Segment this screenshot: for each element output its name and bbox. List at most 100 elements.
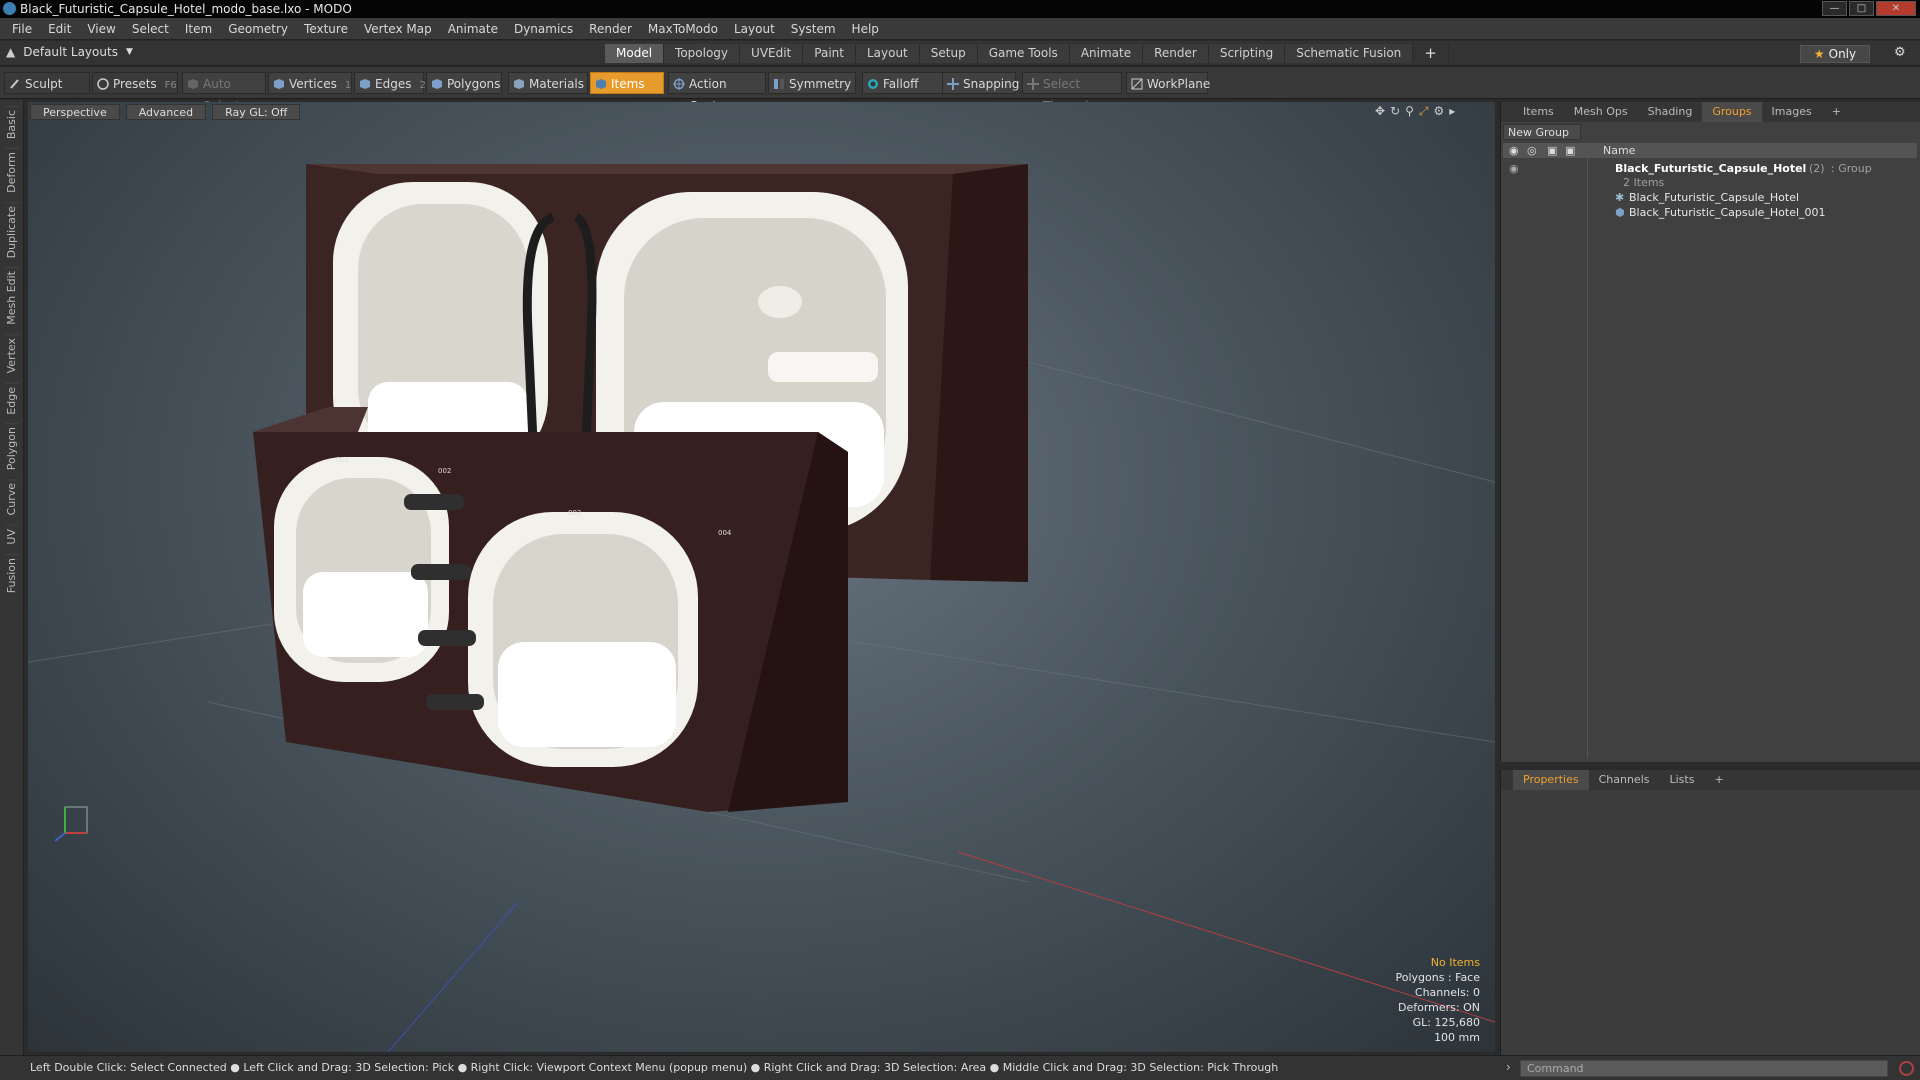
command-input[interactable]: Command [1520, 1060, 1888, 1077]
tab-lists[interactable]: Lists [1660, 770, 1705, 790]
minimize-button[interactable]: — [1822, 1, 1847, 16]
zoom-icon[interactable]: ⚲ [1405, 104, 1414, 119]
menu-item[interactable]: Item [177, 22, 220, 36]
add-tab-icon[interactable]: + [1413, 44, 1449, 63]
name-column-header: Name [1603, 144, 1636, 157]
select-through-button[interactable]: Select Through [1022, 72, 1122, 113]
gear-icon[interactable]: ⚙ [1894, 46, 1908, 60]
tab-animate[interactable]: Animate [1069, 44, 1144, 63]
tab-scripting[interactable]: Scripting [1208, 44, 1286, 63]
menu-select[interactable]: Select [124, 22, 177, 36]
tool-tab-vertex[interactable]: Vertex [4, 334, 19, 377]
tab-uvedit[interactable]: UVEdit [740, 44, 804, 63]
polygons-icon [432, 79, 442, 89]
tab-items[interactable]: Items [1513, 102, 1564, 122]
grid-size-info: 100 mm [1434, 1031, 1480, 1044]
vertices-label: Vertices [289, 77, 337, 91]
properties-panel-tabs: Properties Channels Lists + [1501, 770, 1920, 790]
tab-paint[interactable]: Paint [803, 44, 856, 63]
tab-layout[interactable]: Layout [855, 44, 920, 63]
vertices-icon [274, 79, 284, 89]
menu-view[interactable]: View [79, 22, 123, 36]
viewport-nav-icons: ✥ ↻ ⚲ ⤢ ⚙ ▸ [1375, 104, 1455, 119]
tool-tab-fusion[interactable]: Fusion [4, 553, 19, 596]
menu-file[interactable]: File [4, 22, 40, 36]
symmetry-button[interactable]: Symmetry [768, 72, 856, 94]
polygons-button[interactable]: Polygons [426, 72, 502, 94]
menu-help[interactable]: Help [844, 22, 887, 36]
fit-icon[interactable]: ⤢ [1419, 104, 1429, 119]
menu-animate[interactable]: Animate [440, 22, 506, 36]
axis-gizmo [54, 806, 88, 842]
falloff-button[interactable]: Falloff [862, 72, 948, 94]
tab-properties[interactable]: Properties [1513, 770, 1589, 790]
chevron-right-icon: › [1506, 1060, 1511, 1074]
tab-mesh-ops[interactable]: Mesh Ops [1564, 102, 1638, 122]
layout-dropdown[interactable]: ▲ Default Layouts ▼ [6, 45, 133, 59]
3d-viewport[interactable]: 001 002 003 004 [28, 102, 1495, 1052]
tab-model[interactable]: Model [605, 44, 665, 63]
menu-edit[interactable]: Edit [40, 22, 79, 36]
pan-icon[interactable]: ✥ [1375, 104, 1385, 119]
close-button[interactable]: ✕ [1876, 1, 1916, 16]
tool-tab-edge[interactable]: Edge [4, 382, 19, 418]
tool-tab-mesh-edit[interactable]: Mesh Edit [4, 267, 19, 329]
menu-geometry[interactable]: Geometry [220, 22, 296, 36]
add-tab-icon[interactable]: + [1822, 102, 1851, 122]
menu-dynamics[interactable]: Dynamics [506, 22, 581, 36]
tool-tab-deform[interactable]: Deform [4, 148, 19, 197]
tab-shading[interactable]: Shading [1638, 102, 1703, 122]
maximize-button[interactable]: □ [1849, 1, 1874, 16]
ladder-step [404, 494, 464, 510]
menu-vertex-map[interactable]: Vertex Map [356, 22, 440, 36]
tool-tab-polygon[interactable]: Polygon [4, 423, 19, 474]
raygl-toggle[interactable]: Ray GL: Off [212, 104, 301, 120]
lock-icon: ▣ [1547, 144, 1558, 157]
view-dropdown[interactable]: Perspective [30, 104, 120, 120]
tab-setup[interactable]: Setup [919, 44, 978, 63]
tab-render[interactable]: Render [1143, 44, 1209, 63]
edges-button[interactable]: Edges 2 [354, 72, 426, 94]
record-icon[interactable] [1899, 1061, 1914, 1076]
capsule-label: 003 [568, 509, 581, 517]
tab-channels[interactable]: Channels [1589, 770, 1660, 790]
menu-texture[interactable]: Texture [296, 22, 356, 36]
tool-tab-basic[interactable]: Basic [4, 106, 19, 143]
vertices-button[interactable]: Vertices 1 [268, 72, 352, 94]
tab-topology[interactable]: Topology [664, 44, 741, 63]
menu-layout[interactable]: Layout [726, 22, 783, 36]
workplane-button[interactable]: WorkPlane [1126, 72, 1210, 94]
only-label: Only [1828, 47, 1857, 61]
tab-game-tools[interactable]: Game Tools [977, 44, 1070, 63]
materials-button[interactable]: Materials [508, 72, 588, 94]
snapping-button[interactable]: Snapping [942, 72, 1019, 94]
menu-render[interactable]: Render [581, 22, 640, 36]
items-button[interactable]: Items [590, 72, 664, 94]
menu-system[interactable]: System [783, 22, 844, 36]
auto-select-icon [188, 79, 198, 89]
new-group-button[interactable]: New Group [1503, 124, 1581, 140]
tool-tab-duplicate[interactable]: Duplicate [4, 202, 19, 262]
layout-dropdown-label: Default Layouts [23, 45, 118, 59]
viewport-settings-icon[interactable]: ⚙ [1434, 104, 1445, 119]
viewport-menu-icon[interactable]: ▸ [1449, 104, 1455, 119]
auto-select-button[interactable]: Auto Select [182, 72, 266, 113]
tool-tab-curve[interactable]: Curve [4, 479, 19, 519]
tool-bar: Sculpt Presets F6 Auto Select Vertices 1 E… [0, 67, 1920, 113]
sculpt-button[interactable]: Sculpt [4, 72, 90, 94]
shading-dropdown[interactable]: Advanced [125, 104, 207, 120]
tree-item-row[interactable]: ⬢ Black_Futuristic_Capsule_Hotel_001 [1503, 204, 1917, 222]
rotate-icon[interactable]: ↻ [1390, 104, 1400, 119]
tab-schematic-fusion[interactable]: Schematic Fusion [1285, 44, 1414, 63]
action-center-button[interactable]: Action Center [668, 72, 766, 113]
add-tab-icon[interactable]: + [1704, 770, 1733, 790]
only-button[interactable]: ★ Only [1800, 45, 1870, 63]
menu-maxtomodo[interactable]: MaxToModo [640, 22, 726, 36]
sculpt-label: Sculpt [25, 77, 63, 91]
render-icon: ◎ [1527, 144, 1537, 157]
layout-tabs: Model Topology UVEdit Paint Layout Setup… [605, 44, 1449, 63]
tab-groups[interactable]: Groups [1702, 102, 1762, 122]
tab-images[interactable]: Images [1762, 102, 1822, 122]
presets-button[interactable]: Presets F6 [92, 72, 178, 94]
tool-tab-uv[interactable]: UV [4, 524, 19, 548]
